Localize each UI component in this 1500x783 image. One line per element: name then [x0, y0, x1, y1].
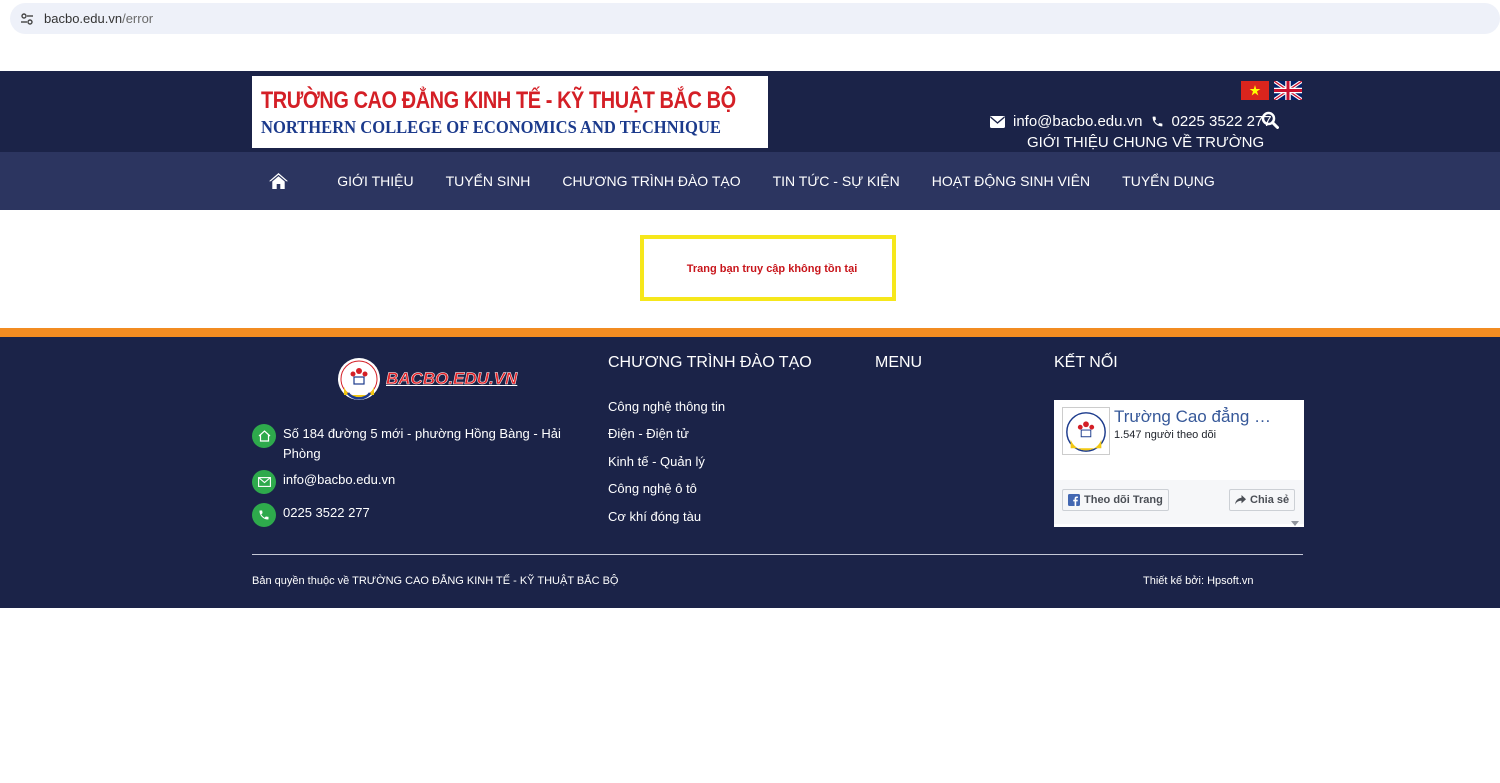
facebook-icon — [1068, 494, 1080, 506]
fb-follow-button[interactable]: Theo dõi Trang — [1062, 489, 1169, 511]
header-phone[interactable]: 0225 3522 277 — [1172, 113, 1272, 130]
facebook-page-widget: Trường Cao đẳng … 1.547 người theo dõi T… — [1054, 400, 1304, 527]
header-contact: info@bacbo.edu.vn 0225 3522 277 — [990, 113, 1272, 130]
vietnam-flag-icon[interactable] — [1241, 81, 1269, 100]
page-avatar[interactable] — [1062, 407, 1110, 455]
connect-title: KẾT NỐI — [1054, 354, 1118, 371]
uk-flag-icon[interactable] — [1274, 81, 1302, 100]
nav-item-tuyen-dung[interactable]: TUYỂN DỤNG — [1122, 173, 1215, 189]
program-link-cong-nghe-o-to[interactable]: Công nghệ ô tô — [608, 481, 725, 508]
footer-email-row: info@bacbo.edu.vn — [252, 470, 395, 494]
share-arrow-icon — [1235, 495, 1246, 505]
address-text: Số 184 đường 5 mới - phường Hồng Bàng - … — [283, 426, 561, 461]
main-nav: GIỚI THIỆU TUYỂN SINH CHƯƠNG TRÌNH ĐÀO T… — [0, 152, 1500, 210]
header-email[interactable]: info@bacbo.edu.vn — [1013, 113, 1143, 130]
footer-logo[interactable]: BACBO.EDU.VN — [337, 357, 518, 401]
url-text: bacbo.edu.vn/error — [44, 11, 154, 26]
error-box: Trang bạn truy cập không tồn tại — [640, 235, 896, 301]
logo-title-en: NORTHERN COLLEGE OF ECONOMICS AND TECHNI… — [261, 116, 721, 137]
logo-title-vn: TRƯỜNG CAO ĐẲNG KINH TẾ - KỸ THUẬT BẮC B… — [261, 86, 736, 114]
house-icon — [252, 424, 276, 448]
footer-brand: BACBO.EDU.VN — [386, 369, 518, 389]
site-footer: BACBO.EDU.VN Số 184 đường 5 mới - phường… — [0, 337, 1500, 608]
fb-followers: 1.547 người theo dõi — [1114, 429, 1217, 441]
footer-email[interactable]: info@bacbo.edu.vn — [283, 470, 395, 490]
browser-address-bar[interactable]: bacbo.edu.vn/error — [10, 3, 1500, 34]
phone-icon — [1151, 115, 1164, 128]
designer-credit[interactable]: Thiết kế bởi: Hpsoft.vn — [1143, 575, 1254, 587]
language-switcher — [1241, 81, 1302, 100]
copyright-text: Bản quyền thuộc về TRƯỜNG CAO ĐẲNG KINH … — [252, 575, 619, 587]
menu-title: MENU — [875, 354, 923, 371]
footer-address: Số 184 đường 5 mới - phường Hồng Bàng - … — [252, 424, 573, 464]
search-icon[interactable] — [1261, 111, 1279, 134]
intro-link[interactable]: GIỚI THIỆU CHUNG VỀ TRƯỜNG — [1027, 134, 1264, 151]
program-link-cntt[interactable]: Công nghệ thông tin — [608, 399, 725, 426]
nav-item-gioi-thieu[interactable]: GIỚI THIỆU — [337, 173, 413, 189]
college-emblem-icon — [338, 358, 380, 400]
site-settings-icon[interactable] — [20, 12, 34, 26]
footer-divider — [252, 554, 1303, 555]
fb-share-label: Chia sẻ — [1250, 494, 1290, 506]
footer-accent-bar — [0, 328, 1500, 337]
home-icon[interactable] — [269, 173, 289, 189]
footer-phone-row: 0225 3522 277 — [252, 503, 370, 527]
college-logo[interactable]: TRƯỜNG CAO ĐẲNG KINH TẾ - KỸ THUẬT BẮC B… — [252, 76, 768, 148]
footer-phone[interactable]: 0225 3522 277 — [283, 503, 370, 523]
nav-item-chuong-trinh-dao-tao[interactable]: CHƯƠNG TRÌNH ĐÀO TẠO — [562, 173, 740, 189]
fb-share-button[interactable]: Chia sẻ — [1229, 489, 1296, 511]
caret-down-icon[interactable] — [1291, 521, 1299, 526]
programs-list: Công nghệ thông tin Điện - Điện tử Kinh … — [608, 399, 725, 536]
error-message: Trang bạn truy cập không tồn tại — [686, 263, 858, 275]
programs-title: CHƯƠNG TRÌNH ĐÀO TẠO — [608, 354, 812, 371]
program-link-kinh-te-quan-ly[interactable]: Kinh tế - Quản lý — [608, 454, 725, 481]
program-link-dien-dien-tu[interactable]: Điện - Điện tử — [608, 426, 725, 453]
nav-item-tin-tuc-su-kien[interactable]: TIN TỨC - SỰ KIỆN — [773, 173, 900, 189]
fb-follow-label: Theo dõi Trang — [1084, 494, 1163, 506]
nav-item-tuyen-sinh[interactable]: TUYỂN SINH — [446, 173, 531, 189]
fb-page-name[interactable]: Trường Cao đẳng … — [1114, 407, 1271, 427]
envelope-icon — [252, 470, 276, 494]
nav-item-hoat-dong-sinh-vien[interactable]: HOẠT ĐỘNG SINH VIÊN — [932, 173, 1090, 189]
envelope-icon — [990, 115, 1005, 128]
site-header: TRƯỜNG CAO ĐẲNG KINH TẾ - KỸ THUẬT BẮC B… — [0, 71, 1500, 152]
program-link-co-khi-dong-tau[interactable]: Cơ khí đóng tàu — [608, 509, 725, 536]
phone-icon — [252, 503, 276, 527]
